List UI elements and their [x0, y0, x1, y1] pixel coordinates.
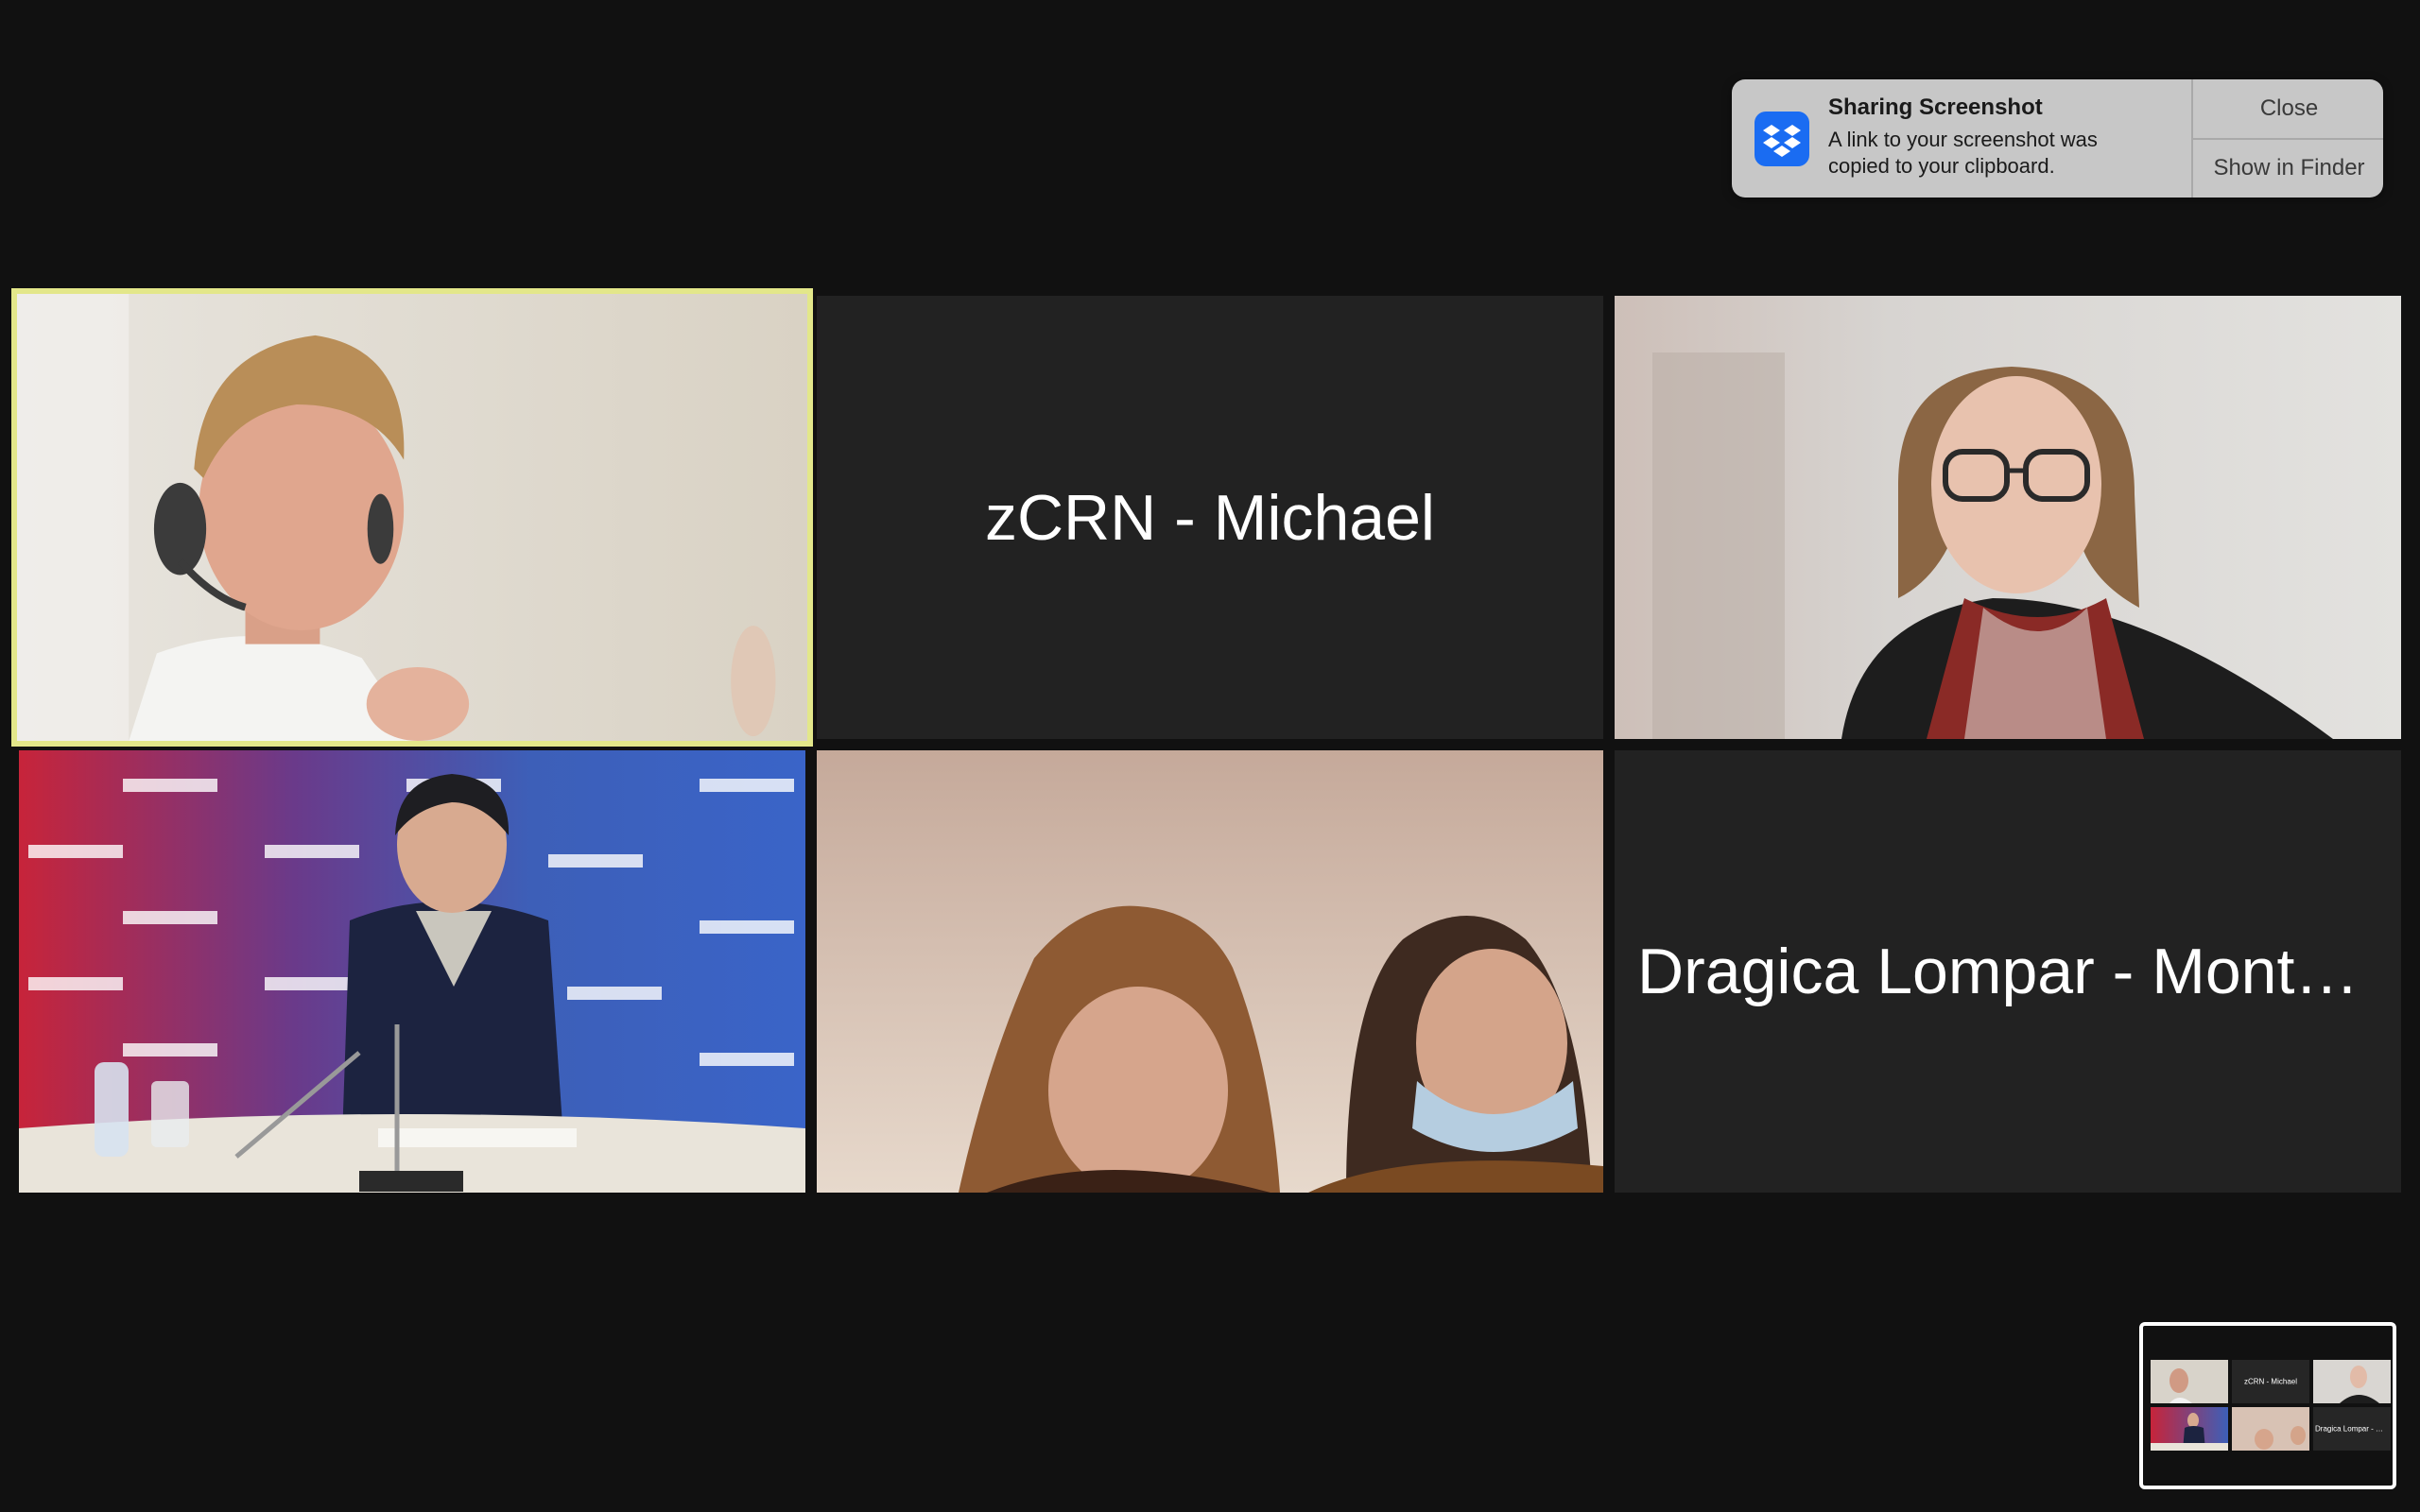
notification-actions: Close Show in Finder — [2191, 79, 2383, 198]
minimap-tile-5 — [2232, 1407, 2309, 1451]
close-button[interactable]: Close — [2193, 79, 2383, 140]
participant-tile-3[interactable] — [1615, 296, 2401, 739]
minimap-tile-4 — [2151, 1407, 2228, 1451]
sharing-screenshot-notification[interactable]: Sharing Screenshot A link to your screen… — [1732, 79, 2383, 198]
minimap-tile-2: zCRN - Michael — [2232, 1360, 2309, 1403]
participant-video-woman-glasses — [1615, 296, 2401, 739]
notification-title: Sharing Screenshot — [1828, 94, 2043, 120]
notification-body: A link to your screenshot was copied to … — [1828, 128, 2098, 178]
participant-tile-2[interactable]: zCRN - Michael — [817, 296, 1603, 739]
gallery-minimap[interactable]: zCRN - Michael Dragica Lompar - Monte... — [2139, 1322, 2396, 1489]
participant-tile-1[interactable] — [11, 288, 813, 747]
dropbox-icon — [1754, 112, 1809, 166]
participant-name: zCRN - Michael — [984, 481, 1436, 554]
participant-video-man-headset — [17, 294, 807, 741]
participant-tile-5[interactable] — [817, 750, 1603, 1193]
participant-tile-6[interactable]: Dragica Lompar - Monte... — [1615, 750, 2401, 1193]
participant-name: Dragica Lompar - Monte... — [1637, 936, 2384, 1007]
participant-video-two-women — [817, 750, 1603, 1193]
minimap-tile-3 — [2313, 1360, 2391, 1403]
meeting-stage: Sharing Screenshot A link to your screen… — [0, 0, 2420, 1512]
participant-tile-4[interactable] — [19, 750, 805, 1193]
minimap-tile-1 — [2151, 1360, 2228, 1403]
show-in-finder-button[interactable]: Show in Finder — [2193, 139, 2383, 198]
minimap-tile-6: Dragica Lompar - Monte... — [2313, 1407, 2391, 1451]
participant-video-man-suit-backdrop — [19, 750, 805, 1193]
